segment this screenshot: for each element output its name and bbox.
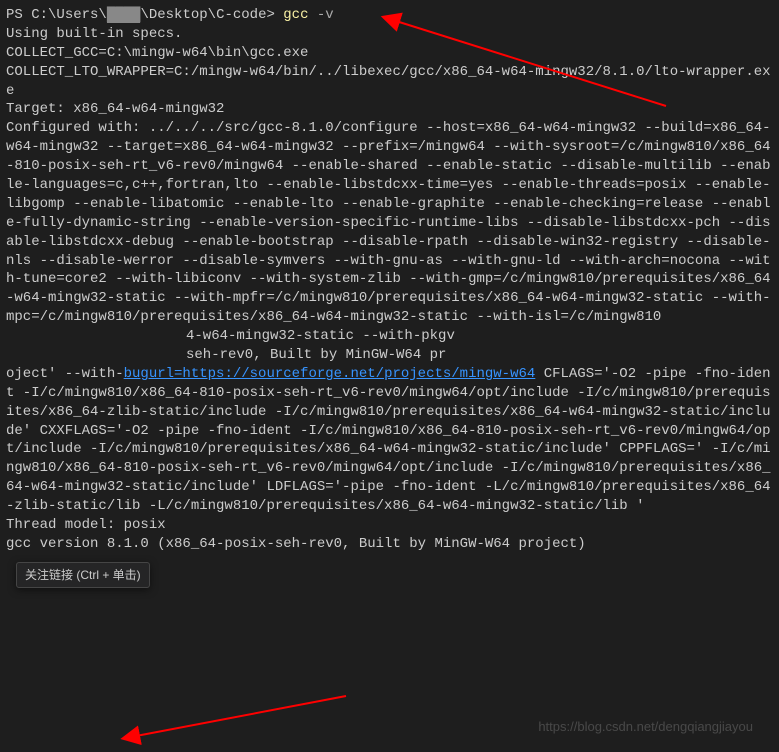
command: gcc: [283, 7, 308, 23]
path-start: C:\Users\: [31, 7, 107, 23]
watermark: https://blog.csdn.net/dengqiangjiayou: [538, 718, 753, 736]
prompt-prefix: PS: [6, 7, 31, 23]
prompt-line: PS C:\Users\████\Desktop\C-code> gcc -v: [6, 6, 773, 25]
command-arg: -v: [309, 7, 334, 23]
output-pre-link: oject' --with-: [6, 366, 124, 382]
link-tooltip: 关注链接 (Ctrl + 单击): [16, 562, 150, 588]
output-mid2: seh-rev0, Built by MinGW-W64 pr: [6, 346, 773, 365]
bugurl-link[interactable]: bugurl=https://sourceforge.net/projects/…: [124, 366, 536, 382]
output-link-line: oject' --with-bugurl=https://sourceforge…: [6, 365, 773, 554]
output-body: Using built-in specs. COLLECT_GCC=C:\min…: [6, 25, 773, 327]
path-redacted: ████: [107, 7, 141, 23]
output-mid1: 4-w64-mingw32-static --with-pkgv: [6, 327, 773, 346]
annotation-arrow-bottom: [116, 686, 366, 746]
output-tail: CFLAGS='-O2 -pipe -fno-ident -I/c/mingw8…: [6, 366, 771, 552]
terminal-output[interactable]: PS C:\Users\████\Desktop\C-code> gcc -v …: [6, 6, 773, 746]
path-end: \Desktop\C-code>: [140, 7, 274, 23]
